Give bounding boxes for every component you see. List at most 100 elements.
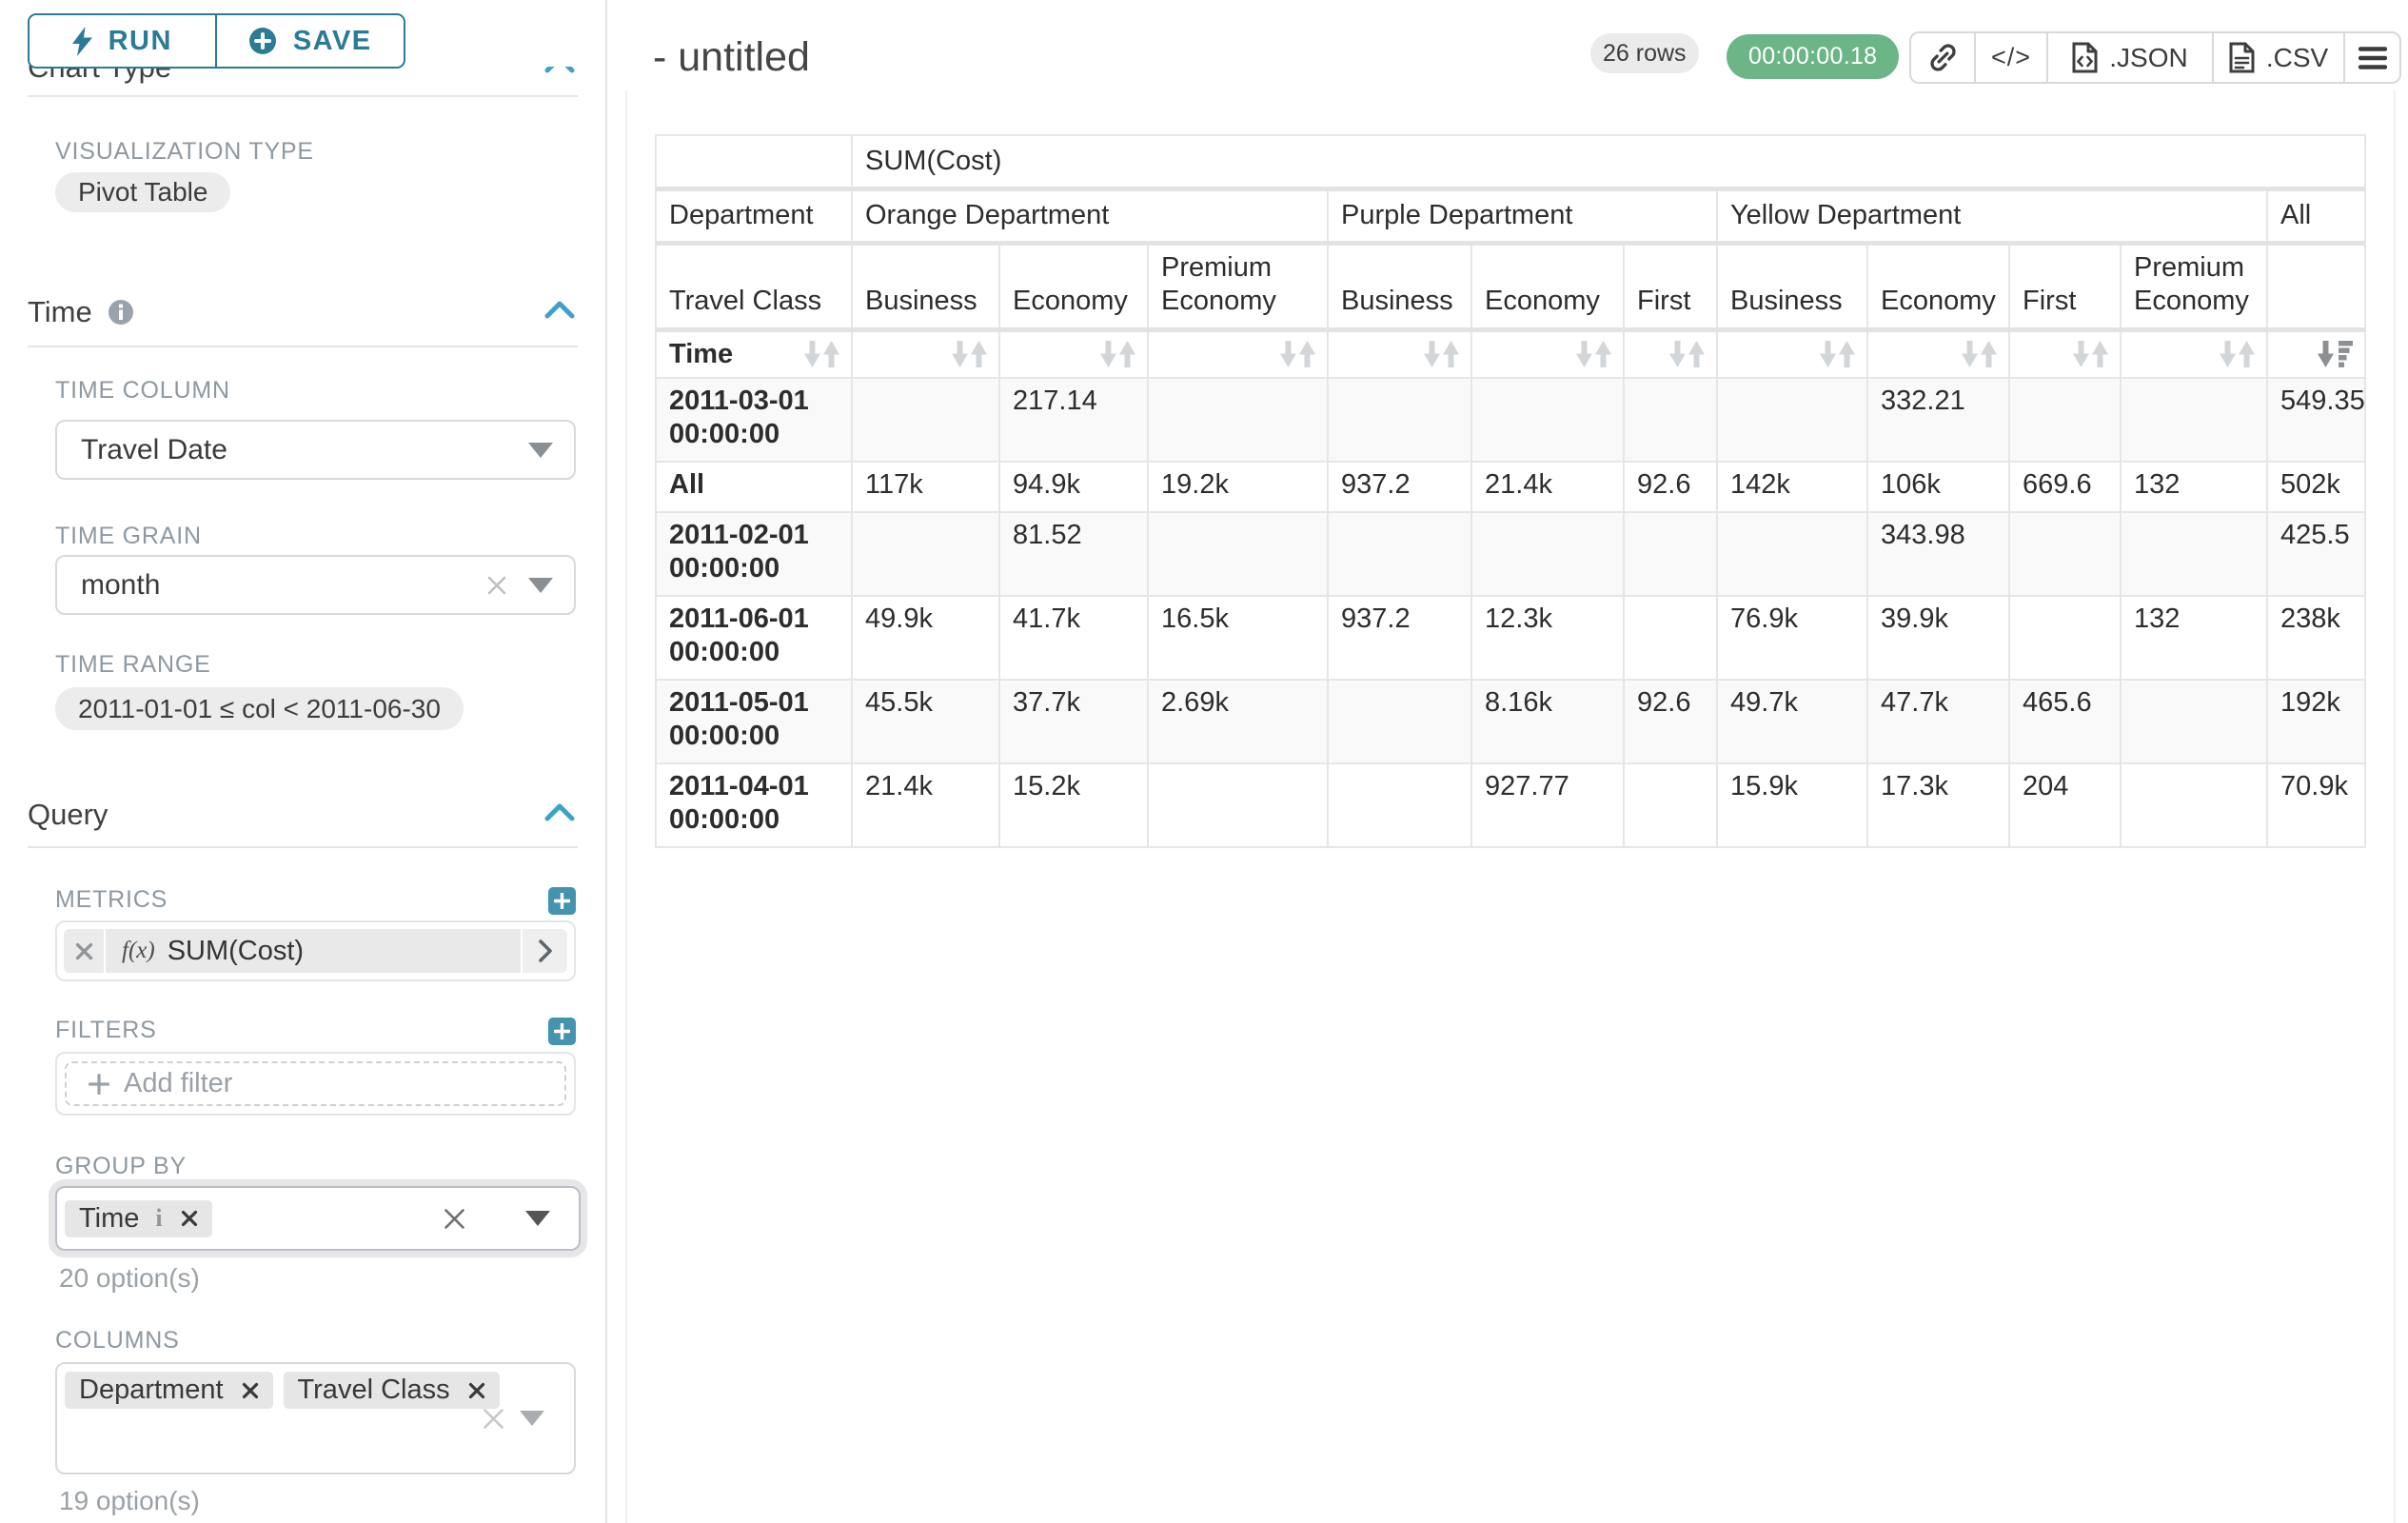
time-grain-value: month <box>81 569 160 602</box>
share-link-button[interactable] <box>1911 33 1974 82</box>
travel-class-cell: First <box>2009 243 2121 329</box>
remove-tag-icon[interactable] <box>468 1382 485 1399</box>
sort-icon[interactable] <box>1424 341 1459 367</box>
columns-options-count: 19 option(s) <box>59 1486 200 1516</box>
clear-icon[interactable] <box>482 1407 505 1431</box>
group-by-tag[interactable]: Timei <box>65 1200 212 1237</box>
section-query: Query <box>28 798 108 832</box>
sort-cell[interactable] <box>1328 329 1471 378</box>
remove-metric-button[interactable] <box>64 929 104 973</box>
time-column-select[interactable]: Travel Date <box>55 420 576 480</box>
value-cell <box>1624 512 1717 596</box>
value-cell: 217.14 <box>999 378 1148 462</box>
sort-cell[interactable] <box>1148 329 1328 378</box>
time-range-pill[interactable]: 2011-01-01 ≤ col < 2011-06-30 <box>55 687 464 730</box>
travel-class-cell: Economy <box>1867 243 2009 329</box>
viz-type-pill[interactable]: Pivot Table <box>55 172 230 212</box>
chart-title[interactable]: - untitled <box>653 34 810 81</box>
value-cell: 204 <box>2009 763 2121 847</box>
fx-icon: f(x) <box>122 938 155 964</box>
travel-class-cell: Economy <box>1471 243 1624 329</box>
metric-pill[interactable]: f(x) SUM(Cost) <box>64 929 567 973</box>
metric-header-cell: SUM(Cost) <box>852 135 2365 188</box>
columns-select[interactable]: Department Travel Class <box>55 1362 576 1474</box>
sort-cell[interactable] <box>999 329 1148 378</box>
value-cell: 465.6 <box>2009 680 2121 763</box>
panel-top-mask <box>539 59 588 67</box>
value-cell: 142k <box>1717 462 1867 512</box>
sort-icon[interactable] <box>952 341 987 367</box>
remove-tag-icon[interactable] <box>242 1382 259 1399</box>
sort-icon[interactable] <box>1576 341 1611 367</box>
remove-tag-icon[interactable] <box>181 1210 198 1227</box>
chevron-up-icon[interactable] <box>544 802 575 821</box>
embed-code-button[interactable]: </> <box>1974 33 2046 82</box>
value-cell <box>2009 378 2121 462</box>
sort-cell[interactable] <box>2009 329 2121 378</box>
pivot-table-grid: SUM(Cost)DepartmentOrange DepartmentPurp… <box>655 134 2366 848</box>
value-cell: 332.21 <box>1867 378 2009 462</box>
sort-cell[interactable] <box>1471 329 1624 378</box>
group-by-label: GROUP BY <box>55 1153 187 1180</box>
row-count-value: 26 rows <box>1603 40 1687 68</box>
time-grain-select[interactable]: month <box>55 555 576 615</box>
value-cell: 17.3k <box>1867 763 2009 847</box>
filters-label: FILTERS <box>55 1017 157 1044</box>
pivot-table: SUM(Cost)DepartmentOrange DepartmentPurp… <box>655 134 2366 848</box>
clear-icon[interactable] <box>486 575 507 596</box>
value-cell: 39.9k <box>1867 596 2009 680</box>
divider <box>28 346 578 347</box>
sort-cell[interactable] <box>852 329 999 378</box>
sort-icon[interactable] <box>1962 341 1997 367</box>
expand-metric-button[interactable] <box>523 929 567 973</box>
department-cell: All <box>2267 188 2365 243</box>
value-cell: 94.9k <box>999 462 1148 512</box>
columns-tag[interactable]: Travel Class <box>284 1372 500 1409</box>
menu-button[interactable] <box>2343 33 2399 82</box>
export-csv-button[interactable]: .CSV <box>2212 33 2343 82</box>
sort-icon[interactable] <box>1100 341 1135 367</box>
value-cell <box>2009 512 2121 596</box>
info-icon[interactable] <box>108 299 134 326</box>
query-time-value: 00:00:00.18 <box>1748 43 1877 70</box>
time-sort-cell[interactable]: Time <box>656 329 852 378</box>
sort-cell[interactable] <box>1867 329 2009 378</box>
sort-icon[interactable] <box>1669 341 1705 367</box>
sort-cell-active[interactable] <box>2267 329 2365 378</box>
export-json-label: .JSON <box>2109 43 2187 73</box>
metrics-box: f(x) SUM(Cost) <box>55 920 576 981</box>
viz-type-label: VISUALIZATION TYPE <box>55 138 314 166</box>
run-button[interactable]: RUN <box>30 15 217 67</box>
value-cell: 41.7k <box>999 596 1148 680</box>
sort-icon[interactable] <box>804 341 839 367</box>
sort-cell[interactable] <box>1717 329 1867 378</box>
info-icon: i <box>155 1204 162 1233</box>
chevron-up-icon[interactable] <box>544 300 575 319</box>
value-cell: 37.7k <box>999 680 1148 763</box>
sort-icon[interactable] <box>1820 341 1855 367</box>
group-by-tags: Timei <box>65 1200 212 1237</box>
value-cell <box>1148 763 1328 847</box>
travel-class-cell: Economy <box>999 243 1148 329</box>
metric-header-row: SUM(Cost) <box>656 135 2365 188</box>
add-filter-button[interactable]: Add filter <box>65 1061 566 1106</box>
export-json-button[interactable]: .JSON <box>2046 33 2212 82</box>
sort-desc-icon[interactable] <box>2318 341 2353 367</box>
table-row: 2011-06-01 00:00:0049.9k41.7k16.5k937.21… <box>656 596 2365 680</box>
sort-icon[interactable] <box>2220 341 2255 367</box>
value-cell <box>2121 763 2267 847</box>
metric-label: f(x) SUM(Cost) <box>106 929 521 973</box>
sort-icon[interactable] <box>1280 341 1315 367</box>
save-button[interactable]: SAVE <box>217 15 405 67</box>
sort-cell[interactable] <box>2121 329 2267 378</box>
sort-cell[interactable] <box>1624 329 1717 378</box>
add-metric-button[interactable] <box>548 887 576 915</box>
value-cell <box>2009 596 2121 680</box>
group-by-select[interactable]: Timei <box>55 1186 581 1251</box>
chevron-down-icon <box>520 1411 544 1426</box>
plus-icon <box>554 1023 570 1039</box>
add-filter-plus-button[interactable] <box>548 1018 576 1045</box>
clear-icon[interactable] <box>443 1207 466 1231</box>
columns-tag[interactable]: Department <box>65 1372 273 1409</box>
sort-icon[interactable] <box>2073 341 2108 367</box>
